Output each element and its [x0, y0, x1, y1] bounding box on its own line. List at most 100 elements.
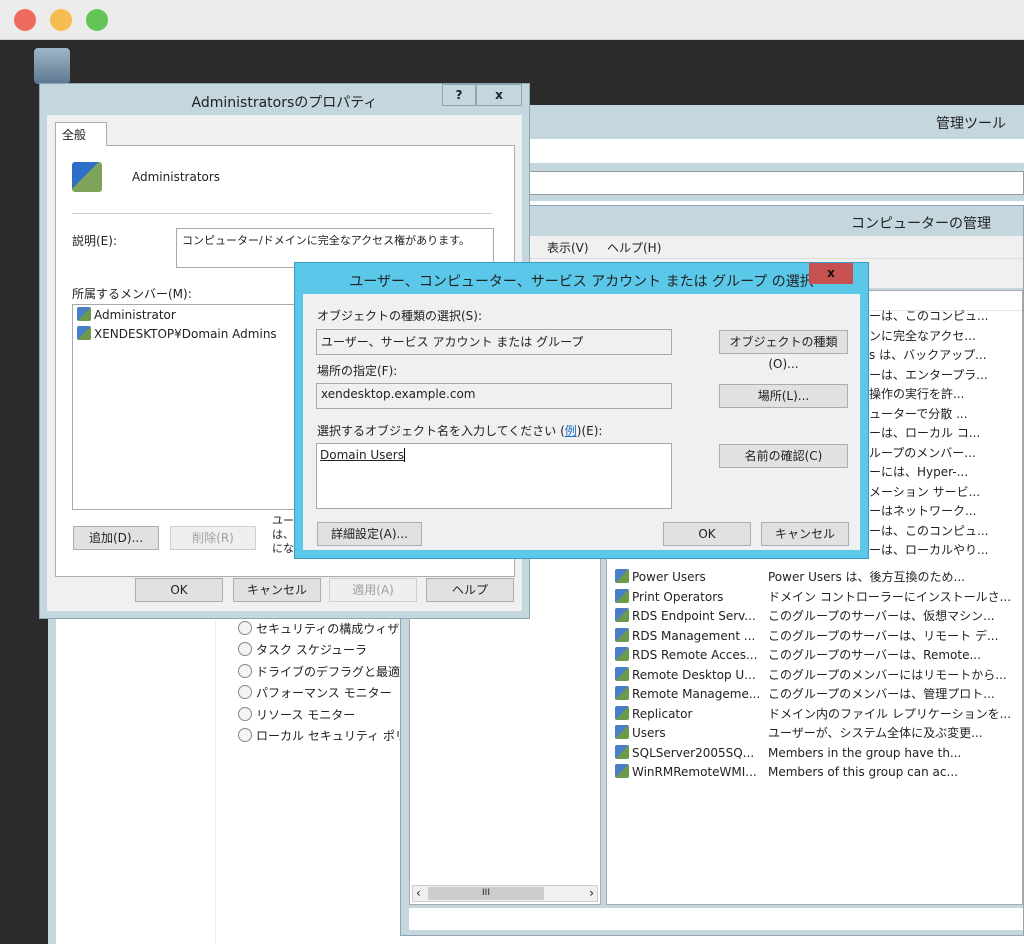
cancel-button[interactable]: キャンセル	[761, 522, 849, 546]
group-name: Power Users	[632, 570, 706, 584]
group-description: このグループのサーバーは、リモート デ...	[768, 628, 999, 643]
group-icon	[615, 608, 629, 622]
group-icon	[615, 666, 629, 681]
group-row[interactable]: RDS Endpoint Serv... このグループのサーバーは、仮想マシン..…	[615, 607, 995, 626]
member-item[interactable]: XENDESKTOP¥Domain Admins	[77, 325, 277, 344]
tool-icon	[238, 621, 252, 635]
group-row[interactable]: ループのメンバー...	[869, 444, 976, 463]
group-name: RDS Endpoint Serv...	[632, 609, 756, 623]
group-description: Power Users は、後方互換のため...	[768, 570, 965, 584]
group-icon	[615, 705, 629, 720]
group-row[interactable]: ーは、このコンピュ...	[869, 307, 988, 326]
group-name: Print Operators	[632, 589, 724, 604]
tool-icon	[238, 728, 252, 742]
add-button[interactable]: 追加(D)...	[73, 526, 159, 550]
horizontal-scrollbar[interactable]: ‹ III ›	[412, 885, 598, 902]
group-icon	[615, 588, 629, 603]
ok-button[interactable]: OK	[135, 578, 223, 602]
examples-link[interactable]: 例	[565, 424, 577, 438]
status-bar	[409, 908, 1023, 930]
group-icon	[615, 744, 629, 759]
group-row[interactable]: ンに完全なアクセ...	[869, 327, 976, 346]
group-row[interactable]: ーは、このコンピュ...	[869, 522, 988, 541]
ok-button[interactable]: OK	[663, 522, 751, 546]
group-icon	[615, 647, 629, 661]
user-icon	[77, 307, 91, 321]
group-row[interactable]: Replicator ドメイン内のファイル レプリケーションを...	[615, 705, 1011, 724]
group-icon	[615, 725, 629, 739]
recycle-bin-icon[interactable]	[34, 48, 70, 84]
group-name: WinRMRemoteWMI...	[632, 765, 757, 779]
menu-view[interactable]: 表示(V)	[547, 239, 589, 256]
group-row[interactable]: s は、バックアップ...	[869, 346, 987, 365]
group-row[interactable]: メーション サービ...	[869, 483, 980, 502]
members-list[interactable]: Administrator XENDESKTOP¥Domain Admins	[72, 304, 302, 510]
group-row[interactable]: Users ユーザーが、システム全体に及ぶ変更...	[615, 724, 983, 743]
group-row[interactable]: ーは、ローカル コ...	[869, 424, 980, 443]
scroll-thumb[interactable]: III	[428, 887, 544, 900]
group-description: このグループのメンバーにはリモートから...	[768, 667, 1007, 682]
group-row[interactable]: SQLServer2005SQ... Members in the group h…	[615, 744, 965, 763]
group-icon	[615, 764, 629, 778]
group-icon	[615, 569, 629, 583]
group-row[interactable]: ーは、ローカルやり...	[869, 541, 988, 560]
locations-button[interactable]: 場所(L)...	[719, 384, 848, 408]
cancel-button[interactable]: キャンセル	[233, 578, 321, 602]
scroll-left-icon[interactable]: ‹	[416, 886, 421, 900]
group-description: このグループのメンバーは、管理プロト...	[768, 687, 995, 701]
object-name-input[interactable]: Domain Users	[316, 443, 672, 509]
group-row[interactable]: Remote Manageme... このグループのメンバーは、管理プロト...	[615, 685, 995, 704]
select-users-dialog: ユーザー、コンピューター、サービス アカウント または グループ の選択 x オ…	[294, 262, 869, 559]
close-button[interactable]: x	[809, 263, 853, 284]
group-name: SQLServer2005SQ...	[632, 745, 755, 760]
group-row[interactable]: ーは、エンタープラ...	[869, 366, 988, 385]
group-description: ドメイン内のファイル レプリケーションを...	[768, 706, 1012, 721]
apply-button[interactable]: 適用(A)	[329, 578, 417, 602]
object-types-button[interactable]: オブジェクトの種類(O)...	[719, 330, 848, 371]
remove-button[interactable]: 削除(R)	[170, 526, 256, 550]
group-row[interactable]: ーには、Hyper-...	[869, 463, 968, 482]
group-row[interactable]: RDS Remote Acces... このグループのサーバーは、Remote..…	[615, 646, 981, 665]
close-traffic-light[interactable]	[14, 9, 36, 31]
group-description: このグループのサーバーは、Remote...	[768, 648, 981, 662]
group-name: Replicator	[632, 706, 693, 721]
tool-item[interactable]: パフォーマンス モニター	[238, 684, 392, 703]
group-row[interactable]: 操作の実行を許...	[869, 385, 964, 404]
group-description: このグループのサーバーは、仮想マシン...	[768, 609, 995, 623]
select-title: ユーザー、コンピューター、サービス アカウント または グループ の選択	[349, 274, 814, 290]
tool-item[interactable]: タスク スケジューラ	[238, 641, 367, 660]
minimize-traffic-light[interactable]	[50, 9, 72, 31]
help-dialog-button[interactable]: ヘルプ	[426, 578, 514, 602]
group-row[interactable]: WinRMRemoteWMI... Members of this group c…	[615, 763, 965, 782]
tool-item[interactable]: セキュリティの構成ウィザード	[238, 620, 423, 639]
group-row[interactable]: ーはネットワーク...	[869, 502, 976, 521]
group-row[interactable]: Power Users Power Users は、後方互換のため...	[615, 568, 965, 587]
check-names-button[interactable]: 名前の確認(C)	[719, 444, 848, 468]
group-name: Users	[632, 726, 666, 740]
group-description: Members in the group have th...	[768, 745, 962, 760]
group-row[interactable]: RDS Management ... このグループのサーバーは、リモート デ...	[615, 627, 998, 646]
object-type-field: ユーザー、サービス アカウント または グループ	[316, 329, 672, 355]
member-item[interactable]: Administrator	[77, 306, 176, 325]
advanced-button[interactable]: 詳細設定(A)...	[317, 522, 422, 546]
group-description: ドメイン コントローラーにインストールさ...	[768, 589, 1012, 604]
group-row[interactable]: Remote Desktop U... このグループのメンバーにはリモートから..…	[615, 666, 1007, 685]
tab-general[interactable]: 全般	[55, 122, 107, 146]
computer-management-title: コンピューターの管理	[851, 216, 991, 232]
group-row[interactable]: Print Operators ドメイン コントローラーにインストールさ...	[615, 588, 1011, 607]
tool-item[interactable]: ドライブのデフラグと最適化	[238, 663, 412, 682]
group-name: Remote Desktop U...	[632, 667, 756, 682]
close-button[interactable]: x	[476, 84, 522, 106]
scroll-right-icon[interactable]: ›	[589, 886, 594, 900]
group-icon	[77, 326, 91, 340]
location-field: xendesktop.example.com	[316, 383, 672, 409]
tool-icon	[238, 707, 252, 721]
group-description: Members of this group can ac...	[768, 765, 958, 779]
group-icon	[615, 686, 629, 700]
object-name-label: 選択するオブジェクト名を入力してください (例)(E):	[317, 424, 603, 438]
tool-item[interactable]: リソース モニター	[238, 706, 355, 725]
zoom-traffic-light[interactable]	[86, 9, 108, 31]
help-button[interactable]: ?	[442, 84, 476, 106]
menu-help[interactable]: ヘルプ(H)	[607, 239, 661, 256]
group-row[interactable]: ューターで分散 ...	[869, 405, 968, 424]
